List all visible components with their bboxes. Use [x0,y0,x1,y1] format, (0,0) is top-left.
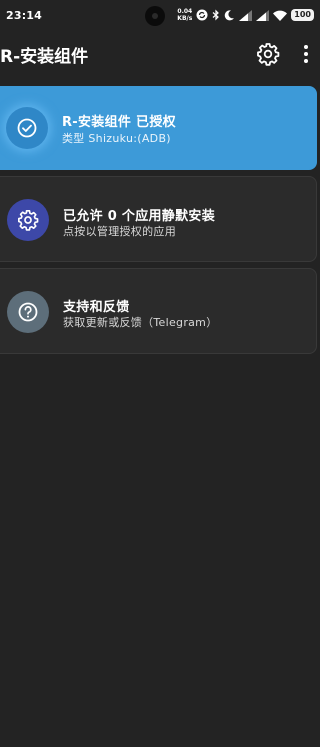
support-feedback-card[interactable]: 支持和反馈 获取更新或反馈（Telegram） [0,268,317,354]
settings-button[interactable] [256,42,280,66]
status-bar: 23:14 0.04 KB/s 100 [0,0,320,32]
apps-card-title: 已允许 0 个应用静默安装 [63,209,215,224]
status-card-subtitle: 类型 Shizuku:(ADB) [62,132,171,145]
status-icon-badge [6,107,48,149]
bluetooth-icon [212,9,220,21]
app-bar: R-安装组件 [0,32,320,76]
app-screen: 23:14 0.04 KB/s 100 R-安装组件 R-安装组件 已授权 类型… [0,0,320,747]
apps-card-subtitle: 点按以管理授权的应用 [63,225,176,238]
app-title: R-安装组件 [0,47,89,67]
do-not-disturb-moon-icon [225,10,235,21]
gear-icon [18,210,39,231]
manage-authorized-apps-card[interactable]: 已允许 0 个应用静默安装 点按以管理授权的应用 [0,176,317,262]
cellular-signal-2-icon [256,9,270,21]
apps-icon-badge [7,199,49,241]
support-card-title: 支持和反馈 [63,300,130,315]
gear-icon [257,43,280,66]
network-speed: 0.04 KB/s [177,8,192,22]
wifi-icon [273,10,288,21]
status-card-title: R-安装组件 已授权 [62,115,176,130]
battery-indicator: 100 [291,9,314,21]
sync-icon [196,9,208,21]
more-vertical-icon [304,45,308,63]
help-circle-icon [18,302,38,322]
front-camera [145,6,165,26]
more-options-button[interactable] [298,42,314,66]
support-icon-badge [7,291,49,333]
check-circle-icon [17,118,37,138]
network-speed-unit: KB/s [177,15,193,22]
status-icons: 0.04 KB/s 100 [177,7,314,23]
status-time: 23:14 [6,9,43,22]
authorization-status-card[interactable]: R-安装组件 已授权 类型 Shizuku:(ADB) [0,86,317,170]
network-speed-value: 0.04 [177,8,193,15]
support-card-subtitle: 获取更新或反馈（Telegram） [63,316,218,329]
cellular-signal-1-icon [239,9,253,21]
